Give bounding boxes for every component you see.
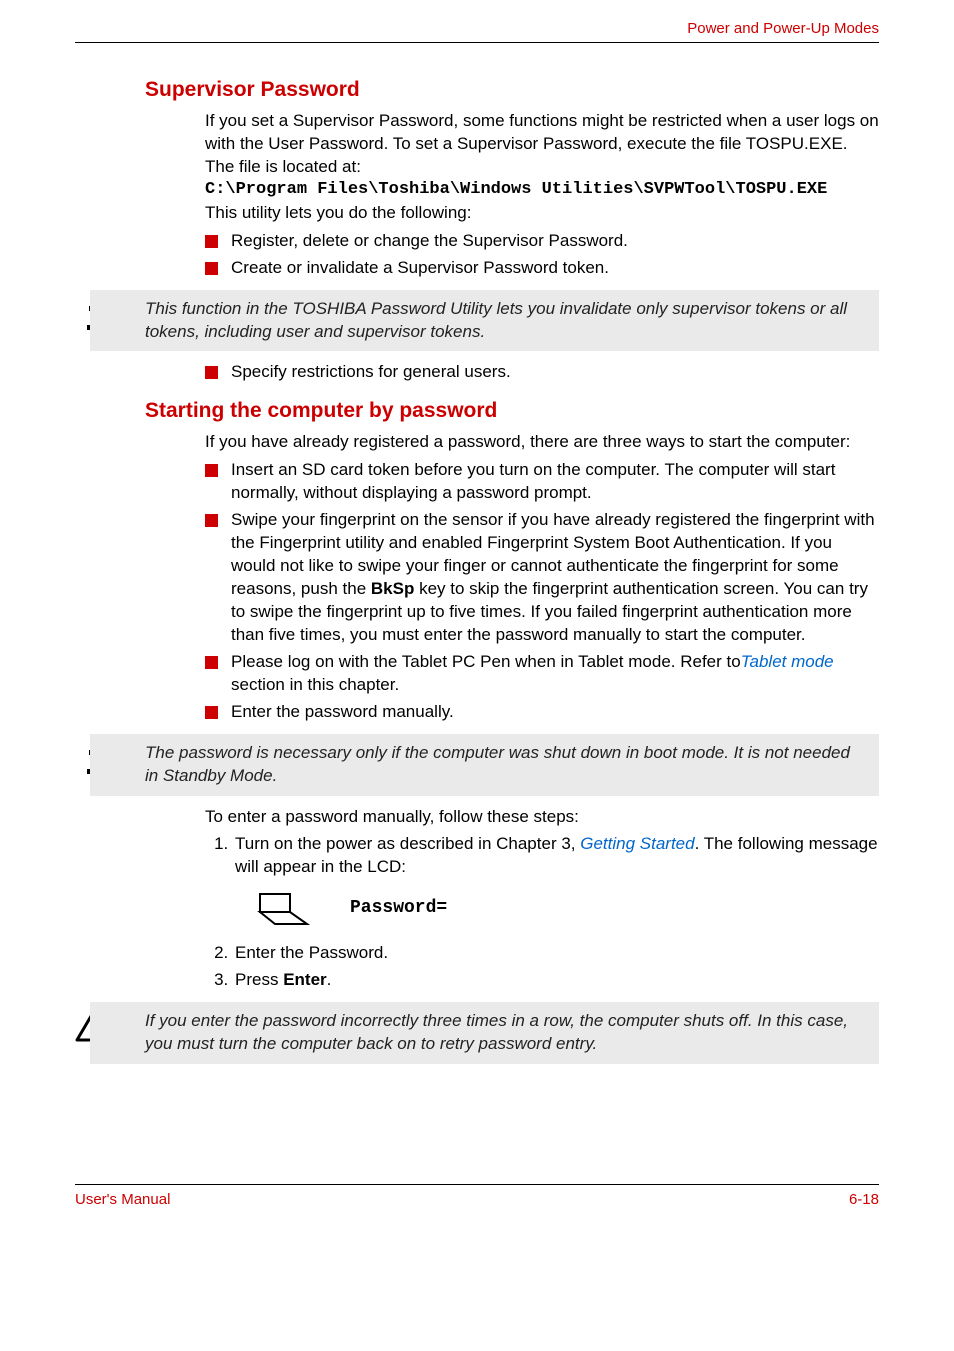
- note-callout-2: The password is necessary only if the co…: [75, 734, 879, 796]
- para-starting-intro: If you have already registered a passwor…: [205, 431, 879, 454]
- text-frag: Please log on with the Tablet PC Pen whe…: [231, 652, 741, 671]
- step-2: Enter the Password.: [233, 942, 879, 965]
- note-text: The password is necessary only if the co…: [90, 734, 879, 796]
- step-1: Turn on the power as described in Chapte…: [233, 833, 879, 927]
- list-item: Create or invalidate a Supervisor Passwo…: [205, 257, 879, 280]
- bullets-supervisor-1: Register, delete or change the Superviso…: [205, 230, 879, 280]
- prompt-row: Password=: [255, 889, 879, 927]
- text-frag: .: [327, 970, 332, 989]
- step-3: Press Enter.: [233, 969, 879, 992]
- footer-left: User's Manual: [75, 1191, 170, 1208]
- list-item: Please log on with the Tablet PC Pen whe…: [205, 651, 879, 697]
- section-title-starting: Starting the computer by password: [145, 399, 879, 423]
- section-title-supervisor: Supervisor Password: [145, 78, 879, 102]
- caution-text: If you enter the password incorrectly th…: [90, 1002, 879, 1064]
- footer-rule: User's Manual 6-18: [75, 1184, 879, 1208]
- header-rule: Power and Power-Up Modes: [75, 20, 879, 43]
- bullets-starting: Insert an SD card token before you turn …: [205, 459, 879, 723]
- header-crumb: Power and Power-Up Modes: [687, 20, 879, 37]
- code-path: C:\Program Files\Toshiba\Windows Utiliti…: [205, 179, 879, 202]
- para-supervisor-intro: If you set a Supervisor Password, some f…: [205, 110, 879, 179]
- starting-steps-block: To enter a password manually, follow the…: [205, 806, 879, 993]
- key-bksp: BkSp: [371, 579, 414, 598]
- supervisor-body-2: Specify restrictions for general users.: [205, 361, 879, 384]
- para-utility-lets: This utility lets you do the following:: [205, 202, 879, 225]
- key-enter: Enter: [283, 970, 326, 989]
- para-manual-steps: To enter a password manually, follow the…: [205, 806, 879, 829]
- laptop-icon: [255, 889, 310, 927]
- list-item: Register, delete or change the Superviso…: [205, 230, 879, 253]
- list-item: Specify restrictions for general users.: [205, 361, 879, 384]
- link-tablet-mode[interactable]: Tablet mode: [741, 652, 834, 671]
- list-item: Swipe your fingerprint on the sensor if …: [205, 509, 879, 647]
- text-frag: Press: [235, 970, 283, 989]
- caution-callout: If you enter the password incorrectly th…: [75, 1002, 879, 1064]
- footer-right: 6-18: [849, 1191, 879, 1208]
- text-frag: section in this chapter.: [231, 675, 399, 694]
- note-text: This function in the TOSHIBA Password Ut…: [90, 290, 879, 352]
- bullets-supervisor-2: Specify restrictions for general users.: [205, 361, 879, 384]
- starting-body: If you have already registered a passwor…: [205, 431, 879, 723]
- steps-list: Turn on the power as described in Chapte…: [205, 833, 879, 992]
- password-prompt: Password=: [350, 896, 447, 920]
- link-getting-started[interactable]: Getting Started: [580, 834, 694, 853]
- text-frag: Turn on the power as described in Chapte…: [235, 834, 580, 853]
- list-item: Insert an SD card token before you turn …: [205, 459, 879, 505]
- list-item: Enter the password manually.: [205, 701, 879, 724]
- supervisor-body: If you set a Supervisor Password, some f…: [205, 110, 879, 280]
- note-callout-1: This function in the TOSHIBA Password Ut…: [75, 290, 879, 352]
